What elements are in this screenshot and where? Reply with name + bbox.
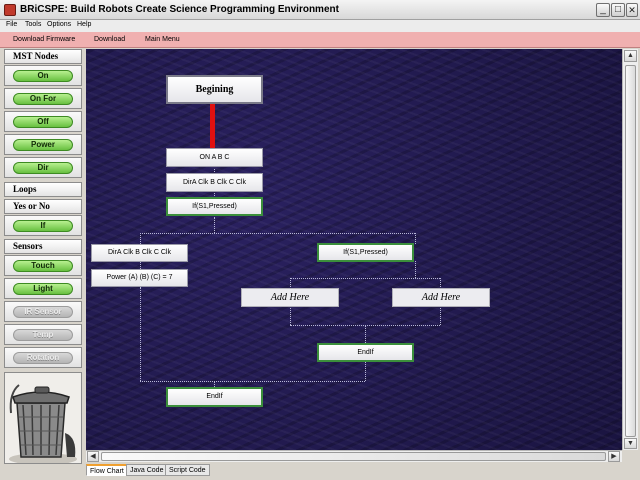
- touch-label: Touch: [13, 260, 73, 272]
- off-button[interactable]: Off: [4, 111, 82, 132]
- dir-node[interactable]: DirA Clk B Clk C Clk: [91, 244, 188, 262]
- tab-flow-chart[interactable]: Flow Chart: [86, 464, 128, 476]
- power-button[interactable]: Power: [4, 134, 82, 155]
- dir-node[interactable]: DirA Clk B Clk C Clk: [166, 173, 263, 192]
- ir-sensor-label: IR Sensor: [13, 306, 73, 318]
- connector: [415, 261, 416, 278]
- vertical-scroll-thumb[interactable]: [625, 65, 636, 437]
- on-for-button[interactable]: On For: [4, 88, 82, 109]
- trash-can-graphic: [9, 384, 77, 463]
- node-palette: MST Nodes On On For Off Power Dir Loops …: [2, 49, 82, 464]
- light-button[interactable]: Light: [4, 278, 82, 299]
- on-label: On: [13, 70, 73, 82]
- section-mst-nodes: MST Nodes: [4, 49, 82, 64]
- flow-chart-canvas[interactable]: Begining ON A B C DirA Clk B Clk C Clk I…: [86, 49, 622, 450]
- title-bar: BRiCSPE: Build Robots Create Science Pro…: [0, 0, 640, 20]
- toolbar: Download Firmware Download Main Menu: [0, 32, 640, 48]
- vertical-scrollbar[interactable]: ▲ ▼: [622, 49, 638, 450]
- main-menu-button[interactable]: Main Menu: [145, 36, 180, 43]
- connector: [140, 262, 141, 269]
- on-node[interactable]: ON A B C: [166, 148, 263, 167]
- section-loops: Loops: [4, 182, 82, 197]
- dir-label: Dir: [13, 162, 73, 174]
- minimize-button[interactable]: _: [596, 3, 610, 17]
- temp-label: Temp: [13, 329, 73, 341]
- download-button[interactable]: Download: [94, 36, 125, 43]
- app-icon: [4, 4, 16, 16]
- horizontal-scroll-thumb[interactable]: [101, 452, 606, 461]
- if-label: If: [13, 220, 73, 232]
- on-button[interactable]: On: [4, 65, 82, 86]
- off-label: Off: [13, 116, 73, 128]
- section-yes-or-no: Yes or No: [4, 199, 82, 214]
- scroll-down-icon[interactable]: ▼: [624, 438, 637, 449]
- power-node[interactable]: Power (A) (B) (C) = 7: [91, 269, 188, 287]
- connector: [140, 381, 365, 382]
- temp-button: Temp: [4, 324, 82, 345]
- dir-button[interactable]: Dir: [4, 157, 82, 178]
- touch-button[interactable]: Touch: [4, 255, 82, 276]
- scroll-right-icon[interactable]: ▶: [608, 451, 620, 462]
- if-node[interactable]: If(S1,Pressed): [317, 243, 414, 262]
- trash-can-icon[interactable]: [4, 372, 82, 464]
- add-here-slot[interactable]: Add Here: [392, 288, 490, 307]
- view-tabs: Flow Chart Java Code Script Code: [86, 463, 638, 477]
- maximize-button[interactable]: □: [611, 3, 625, 17]
- connector: [365, 325, 366, 343]
- rotation-label: Rotation: [13, 352, 73, 364]
- window-title: BRiCSPE: Build Robots Create Science Pro…: [20, 4, 339, 15]
- if-button[interactable]: If: [4, 215, 82, 236]
- connector: [365, 361, 366, 381]
- close-button[interactable]: ✕: [626, 3, 638, 17]
- menu-options[interactable]: Options: [47, 21, 71, 28]
- connector: [140, 233, 141, 244]
- menu-file[interactable]: File: [6, 21, 17, 28]
- connector: [290, 278, 440, 279]
- scroll-up-icon[interactable]: ▲: [624, 50, 637, 62]
- tab-script-code[interactable]: Script Code: [165, 464, 210, 476]
- menu-help[interactable]: Help: [77, 21, 91, 28]
- connector: [140, 233, 415, 234]
- menu-tools[interactable]: Tools: [25, 21, 41, 28]
- start-connector: [210, 103, 215, 148]
- light-label: Light: [13, 283, 73, 295]
- download-firmware-button[interactable]: Download Firmware: [13, 36, 75, 43]
- begin-node[interactable]: Begining: [166, 75, 263, 104]
- endif-node[interactable]: EndIf: [317, 343, 414, 362]
- tab-java-code[interactable]: Java Code: [126, 464, 168, 476]
- horizontal-scrollbar[interactable]: ◀ ▶: [86, 450, 622, 462]
- rotation-button: Rotation: [4, 347, 82, 368]
- scroll-left-icon[interactable]: ◀: [87, 451, 99, 462]
- connector: [214, 217, 215, 233]
- connector: [140, 287, 141, 381]
- menu-bar: File Tools Options Help: [0, 20, 640, 32]
- section-sensors: Sensors: [4, 239, 82, 254]
- endif-node[interactable]: EndIf: [166, 387, 263, 407]
- on-for-label: On For: [13, 93, 73, 105]
- power-label: Power: [13, 139, 73, 151]
- if-node[interactable]: If(S1,Pressed): [166, 197, 263, 216]
- app-window: BRiCSPE: Build Robots Create Science Pro…: [0, 0, 640, 480]
- ir-sensor-button: IR Sensor: [4, 301, 82, 322]
- add-here-slot[interactable]: Add Here: [241, 288, 339, 307]
- connector: [415, 233, 416, 244]
